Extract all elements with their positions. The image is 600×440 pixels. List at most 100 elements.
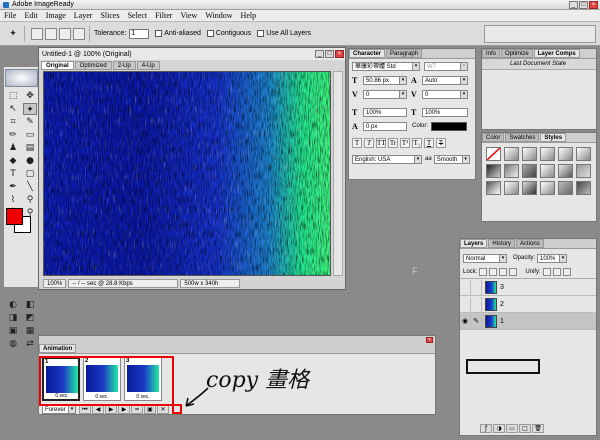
lock-position-icon[interactable] bbox=[499, 267, 508, 276]
download-time[interactable]: -- / -- sec @ 28.8 Kbps bbox=[68, 278, 179, 288]
layer-row-selected[interactable]: ◉ ✎ 1 bbox=[460, 313, 596, 330]
style-swatch[interactable] bbox=[558, 147, 573, 161]
style-swatch[interactable] bbox=[504, 164, 519, 178]
unify-visibility-icon[interactable] bbox=[552, 267, 561, 276]
style-swatch[interactable] bbox=[576, 181, 591, 195]
preview-icon[interactable]: ◨ bbox=[6, 312, 20, 324]
style-swatch[interactable] bbox=[540, 181, 555, 195]
tab-info[interactable]: Info bbox=[482, 49, 501, 58]
style-swatch[interactable] bbox=[522, 164, 537, 178]
layer-row[interactable]: 2 bbox=[460, 296, 596, 313]
tracking-input[interactable]: 0 ▾ bbox=[422, 89, 468, 99]
small-caps-button[interactable]: Tr bbox=[388, 138, 398, 148]
menu-window[interactable]: Window bbox=[205, 11, 232, 20]
brush-icon[interactable]: ✏ bbox=[6, 129, 20, 141]
subtract-selection-icon[interactable] bbox=[59, 27, 71, 40]
intersect-selection-icon[interactable] bbox=[73, 27, 85, 40]
crop-icon[interactable]: ⌗ bbox=[6, 116, 20, 128]
line-icon[interactable]: ╲ bbox=[23, 181, 37, 193]
tab-animation[interactable]: Animation bbox=[39, 344, 77, 353]
new-set-button[interactable]: ▭ bbox=[506, 424, 518, 433]
opacity-input[interactable]: 100% ▾ bbox=[537, 253, 568, 263]
menu-filter[interactable]: Filter bbox=[155, 11, 172, 20]
new-selection-icon[interactable] bbox=[31, 27, 43, 40]
eraser-icon[interactable]: ▭ bbox=[23, 129, 37, 141]
style-swatch[interactable] bbox=[486, 181, 501, 195]
underline-button[interactable]: T bbox=[424, 138, 434, 148]
slice-visibility-icon[interactable]: ◧ bbox=[23, 299, 37, 311]
image-dimensions[interactable]: 500w x 340h bbox=[180, 278, 241, 288]
layer-comp-item[interactable]: Last Document State bbox=[510, 61, 566, 67]
layer-link-toggle[interactable] bbox=[471, 279, 482, 295]
magic-wand-tool-icon[interactable]: ✦ bbox=[23, 103, 37, 115]
font-family-select[interactable]: 華康彩帶體 Std ▾ bbox=[352, 61, 420, 71]
new-fill-layer-button[interactable]: ◑ bbox=[493, 424, 505, 433]
font-style-select[interactable]: W7 ▾ bbox=[424, 61, 468, 71]
style-swatch[interactable] bbox=[504, 181, 519, 195]
document-close-button[interactable]: × bbox=[335, 50, 344, 58]
text-color-swatch[interactable] bbox=[431, 121, 468, 131]
language-select[interactable]: English: USA ▾ bbox=[352, 154, 422, 164]
tab-4-up[interactable]: 4-Up bbox=[136, 61, 160, 70]
brush-icon[interactable]: ✎ bbox=[471, 313, 482, 329]
pen-icon[interactable]: ✒ bbox=[6, 181, 20, 193]
layer-link-toggle[interactable] bbox=[471, 296, 482, 312]
strikethrough-button[interactable]: T bbox=[436, 138, 446, 148]
minimize-button[interactable]: _ bbox=[569, 0, 578, 9]
tab-layers[interactable]: Layers bbox=[460, 239, 488, 248]
rollover-icon[interactable]: ◩ bbox=[23, 312, 37, 324]
antialias-select[interactable]: Smooth ▾ bbox=[433, 154, 470, 164]
layer-visibility-toggle[interactable] bbox=[460, 296, 471, 312]
tab-paragraph[interactable]: Paragraph bbox=[386, 49, 423, 58]
foreground-color-swatch[interactable] bbox=[6, 208, 23, 225]
menu-file[interactable]: File bbox=[4, 11, 16, 20]
style-swatch[interactable] bbox=[576, 164, 591, 178]
image-map-icon[interactable]: ◐ bbox=[6, 299, 20, 311]
tab-layer-comps[interactable]: Layer Comps bbox=[533, 49, 580, 58]
blend-mode-select[interactable]: Normal ▾ bbox=[463, 253, 507, 263]
delete-layer-button[interactable]: 🗑 bbox=[532, 424, 544, 433]
lock-all-icon[interactable] bbox=[509, 267, 518, 276]
shape-icon[interactable]: ▢ bbox=[23, 168, 37, 180]
add-selection-icon[interactable] bbox=[45, 27, 57, 40]
use-all-layers-checkbox[interactable] bbox=[257, 30, 265, 37]
gradient-icon[interactable]: ▤ bbox=[23, 142, 37, 154]
tolerance-input[interactable]: 1 bbox=[129, 28, 150, 39]
tab-optimize[interactable]: Optimize bbox=[501, 49, 533, 58]
leading-input[interactable]: Auto ▾ bbox=[422, 75, 468, 85]
menu-help[interactable]: Help bbox=[241, 11, 257, 20]
baseline-shift-input[interactable]: 0 px bbox=[363, 121, 407, 131]
menu-edit[interactable]: Edit bbox=[24, 11, 37, 20]
style-swatch[interactable] bbox=[540, 147, 555, 161]
contiguous-checkbox[interactable] bbox=[206, 30, 214, 37]
tab-history[interactable]: History bbox=[488, 239, 516, 248]
maximize-button[interactable]: □ bbox=[579, 0, 588, 9]
document-maximize-button[interactable]: □ bbox=[325, 50, 334, 58]
type-icon[interactable]: T bbox=[6, 168, 20, 180]
measure-icon[interactable]: ⚲ bbox=[23, 194, 37, 206]
faux-bold-button[interactable]: T bbox=[352, 138, 362, 148]
lasso-icon[interactable]: ↖ bbox=[6, 103, 20, 115]
animation-panel-close[interactable]: × bbox=[426, 337, 433, 343]
tab-swatches[interactable]: Swatches bbox=[505, 133, 540, 142]
layer-row[interactable]: 3 bbox=[460, 279, 596, 296]
document-title-bar[interactable]: Untitled-1 @ 100% (Original) _ □ × bbox=[39, 48, 345, 60]
style-none[interactable] bbox=[486, 147, 501, 161]
font-size-input[interactable]: 50.86 px ▾ bbox=[363, 75, 407, 85]
eye-icon[interactable]: ◉ bbox=[460, 313, 471, 329]
magic-wand-icon[interactable]: ✦ bbox=[6, 28, 20, 40]
anti-aliased-checkbox[interactable] bbox=[155, 30, 163, 37]
style-swatch[interactable] bbox=[522, 181, 537, 195]
document-minimize-button[interactable]: _ bbox=[315, 50, 324, 58]
unify-position-icon[interactable] bbox=[542, 267, 551, 276]
tab-2-up[interactable]: 2-Up bbox=[112, 61, 136, 70]
tab-original[interactable]: Original bbox=[41, 61, 74, 70]
menu-image[interactable]: Image bbox=[46, 11, 66, 20]
kerning-input[interactable]: 0 ▾ bbox=[363, 89, 407, 99]
style-swatch[interactable] bbox=[486, 164, 501, 178]
style-swatch[interactable] bbox=[522, 147, 537, 161]
subscript-button[interactable]: T₁ bbox=[412, 138, 422, 148]
horizontal-scale-input[interactable]: 100% bbox=[422, 107, 468, 117]
lock-image-icon[interactable] bbox=[489, 267, 498, 276]
tab-character[interactable]: Character bbox=[349, 49, 386, 58]
